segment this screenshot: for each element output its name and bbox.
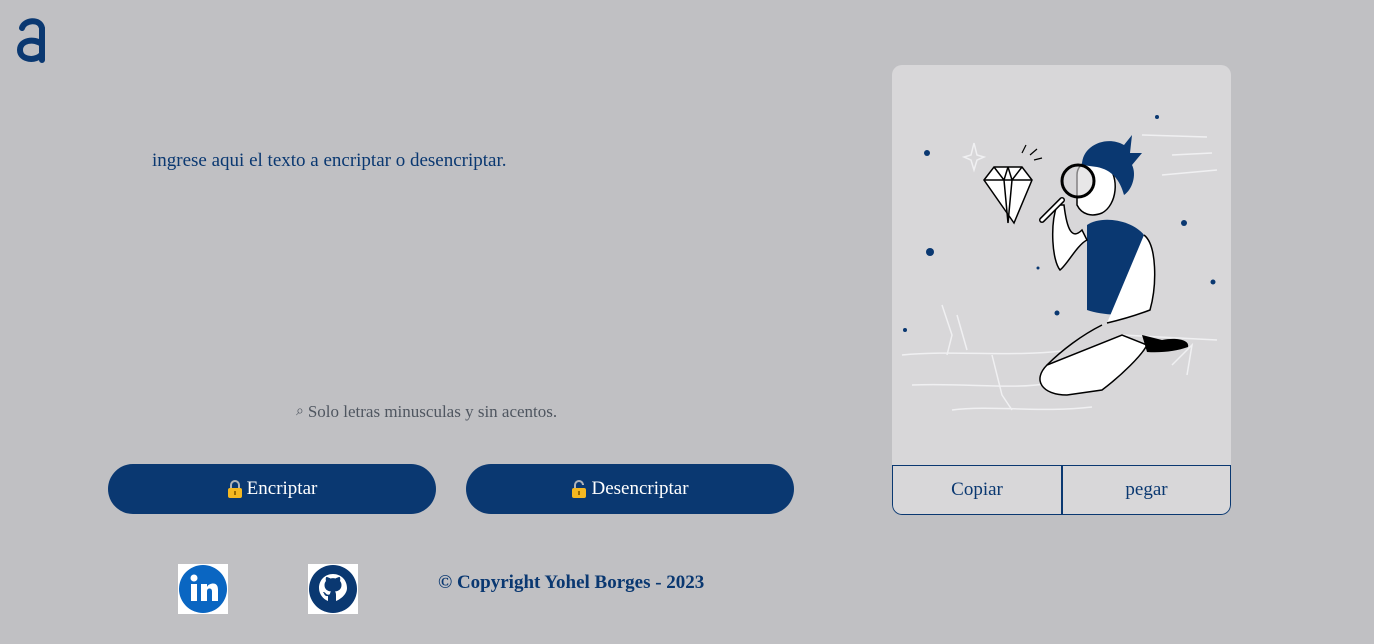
text-input[interactable] [152,150,772,370]
copyright-text: © Copyright Yohel Borges - 2023 [438,572,705,593]
lock-icon [227,480,242,498]
encrypt-button[interactable]: Encriptar [108,464,436,514]
hint-text: Solo letras minusculas y sin acentos. [307,402,558,421]
page: ⌕ Solo letras minusculas y sin acentos. … [0,0,1374,644]
decrypt-label: Desencriptar [591,478,689,499]
unlock-icon [572,480,587,498]
search-icon: ⌕ [296,404,304,419]
linkedin-icon [179,565,227,613]
github-link[interactable] [308,564,358,614]
person-with-magnifying-glass-diamond-illustration [901,115,1218,411]
github-icon [309,565,357,613]
encrypt-label: Encriptar [246,478,318,499]
copy-button[interactable]: Copiar [892,465,1062,515]
decrypt-button[interactable]: Desencriptar [466,464,794,514]
paste-button[interactable]: pegar [1062,465,1231,515]
alura-logo-icon[interactable] [14,14,50,66]
output-panel: Copiar pegar [892,65,1231,515]
hint-message: ⌕ Solo letras minusculas y sin acentos. [296,402,557,422]
linkedin-link[interactable] [178,564,228,614]
